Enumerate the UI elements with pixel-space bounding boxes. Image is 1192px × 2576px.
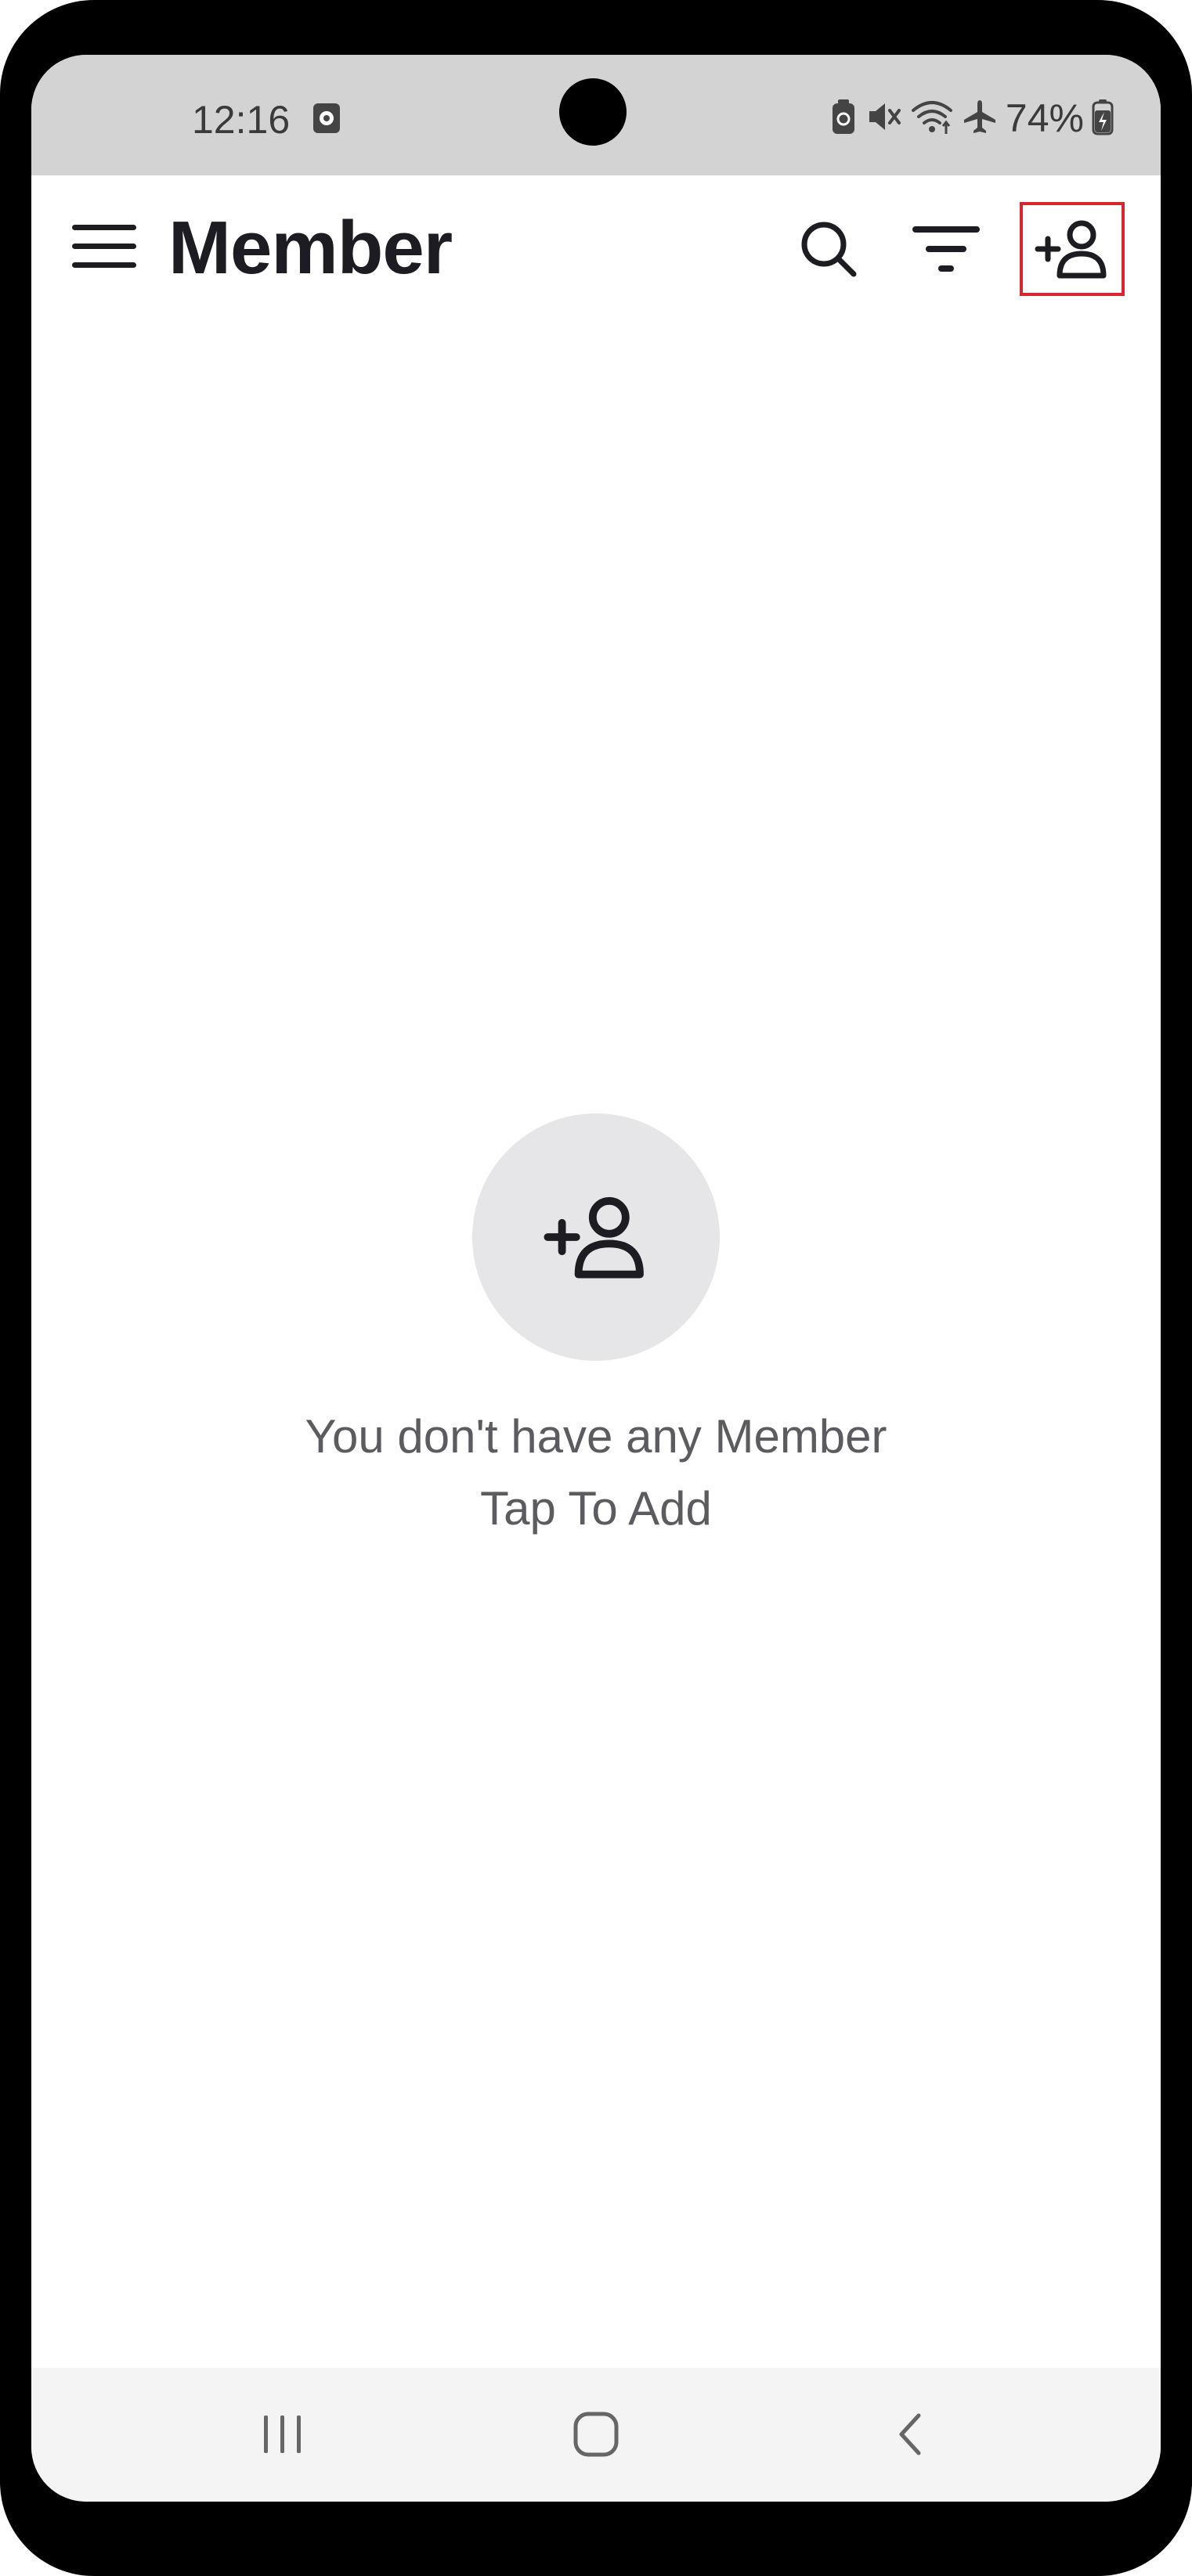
back-icon [899,2413,921,2455]
status-time: 12:16 [192,98,291,142]
app-bar: Member [31,175,1161,321]
wifi-icon [910,98,954,139]
status-bar: 12:16 74% [31,55,1161,175]
empty-state-message: You don't have any Member [305,1410,887,1463]
search-button[interactable] [789,210,868,288]
add-person-icon [1035,220,1107,279]
add-person-icon [544,1196,644,1279]
menu-button[interactable] [70,213,138,280]
home-icon [573,2412,619,2457]
filter-button[interactable] [907,210,985,288]
battery-charging-icon [1092,98,1114,139]
camera-cutout [559,78,627,146]
screen: 12:16 74% Member You don't have any Memb… [31,55,1161,2502]
phone-frame: 12:16 74% Member You don't have any Memb… [0,0,1192,2576]
mute-icon [865,98,902,139]
recents-icon [264,2415,301,2453]
hamburger-menu-icon [72,225,136,268]
battery-saver-icon [830,98,857,139]
search-icon [801,222,857,277]
back-button[interactable] [866,2399,952,2470]
battery-percentage: 74% [1005,96,1084,140]
empty-state-add-member-button[interactable] [472,1113,720,1361]
page-title: Member [168,206,453,290]
airplane-mode-icon [962,98,998,139]
system-nav-bar [31,2368,1161,2502]
add-member-button[interactable] [1020,202,1125,296]
empty-state-hint[interactable]: Tap To Add [31,1485,1161,1532]
status-icons: 74% [830,98,1114,139]
filter-icon [912,226,980,272]
recents-button[interactable] [240,2399,326,2470]
home-button[interactable] [553,2399,639,2470]
media-notification-icon [312,100,341,139]
